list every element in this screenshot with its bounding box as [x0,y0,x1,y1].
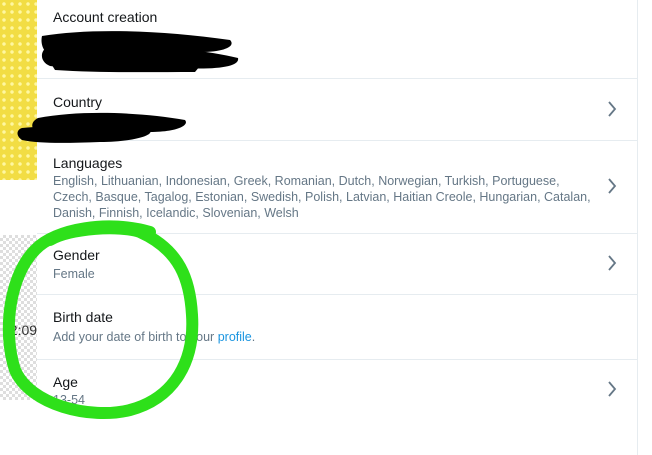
redaction-scribble [17,31,239,143]
